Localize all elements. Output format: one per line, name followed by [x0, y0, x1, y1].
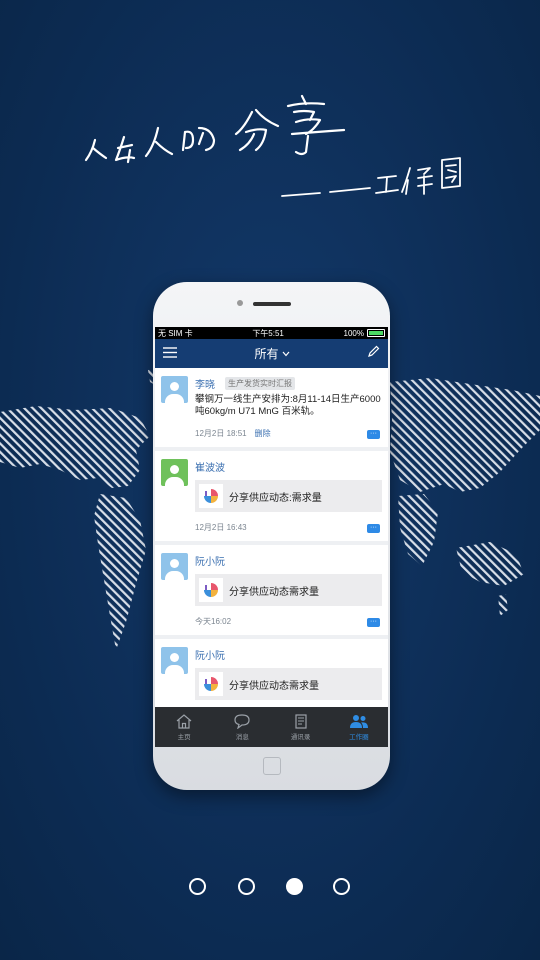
tab-bar: 主页 消息 通讯录 工作圈: [155, 707, 388, 747]
people-icon: [349, 714, 368, 728]
splash-background: 无 SIM 卡 下午5:51 100% 所有 李晓 生产发货实时汇报 攀钢万一线…: [0, 0, 540, 960]
avatar[interactable]: [161, 459, 188, 486]
carrier-label: 无 SIM 卡: [158, 328, 193, 338]
post-time: 12月2日 18:51: [195, 429, 247, 438]
post-time: 12月2日 16:43: [195, 523, 247, 532]
pencil-icon[interactable]: [367, 345, 380, 363]
feed-filter-label: 所有: [254, 347, 279, 361]
post-tag[interactable]: 生产发货实时汇报: [225, 377, 295, 390]
page-dot-2[interactable]: [238, 878, 255, 895]
tab-contacts[interactable]: 通讯录: [272, 707, 330, 747]
status-bar: 无 SIM 卡 下午5:51 100%: [155, 327, 388, 339]
avatar[interactable]: [161, 376, 188, 403]
post-author[interactable]: 李晓: [195, 376, 215, 391]
shared-link-title: 分享供应动态需求量: [229, 586, 319, 598]
tab-label: 主页: [177, 733, 191, 741]
shared-link-card[interactable]: 分享供应动态需求量: [195, 668, 382, 700]
chart-thumbnail-icon: [199, 672, 223, 696]
comment-icon[interactable]: ···: [367, 524, 380, 533]
tab-label: 工作圈: [349, 733, 369, 741]
post-author[interactable]: 阮小阮: [195, 647, 225, 662]
home-icon: [176, 713, 192, 729]
post-author[interactable]: 阮小阮: [195, 553, 225, 568]
status-time: 下午5:51: [252, 328, 284, 338]
shared-link-title: 分享供应动态需求量: [229, 680, 319, 692]
phone-camera: [237, 300, 243, 306]
tab-label: 通讯录: [290, 733, 311, 741]
chart-thumbnail-icon: [199, 578, 223, 602]
slogan-handwriting: [84, 94, 461, 197]
tab-messages[interactable]: 消息: [213, 707, 271, 747]
battery-percent: 100%: [343, 328, 364, 338]
phone-home-button: [263, 757, 281, 775]
comment-icon[interactable]: ···: [367, 618, 380, 627]
avatar[interactable]: [161, 647, 188, 674]
feed-post[interactable]: 崔波波 分享供应动态:需求量 12月2日 16:43 ···: [155, 451, 388, 541]
feed-filter-dropdown[interactable]: 所有: [254, 345, 289, 362]
feed-post[interactable]: 阮小阮 分享供应动态需求量 今天16:02 ···: [155, 545, 388, 635]
avatar[interactable]: [161, 553, 188, 580]
chevron-down-icon: [282, 351, 289, 356]
shared-link-title: 分享供应动态:需求量: [229, 492, 322, 504]
chart-thumbnail-icon: [199, 484, 223, 508]
post-content: 攀钢万一线生产安排为:8月11-14日生产6000吨60kg/m U71 MnG…: [195, 394, 381, 417]
page-dot-1[interactable]: [189, 878, 206, 895]
shared-link-card[interactable]: 分享供应动态:需求量: [195, 480, 382, 512]
chat-icon: [234, 713, 250, 729]
phone-screen: 无 SIM 卡 下午5:51 100% 所有 李晓 生产发货实时汇报 攀钢万一线…: [155, 327, 388, 747]
feed-post[interactable]: 阮小阮 分享供应动态需求量: [155, 639, 388, 707]
feed-post[interactable]: 李晓 生产发货实时汇报 攀钢万一线生产安排为:8月11-14日生产6000吨60…: [155, 368, 388, 447]
status-right: 100%: [344, 329, 385, 338]
feed-list: 李晓 生产发货实时汇报 攀钢万一线生产安排为:8月11-14日生产6000吨60…: [155, 368, 388, 707]
menu-icon[interactable]: [163, 345, 177, 363]
tab-label: 消息: [235, 733, 249, 741]
page-dot-3[interactable]: [286, 878, 303, 895]
tab-home[interactable]: 主页: [155, 707, 213, 747]
page-dot-4[interactable]: [333, 878, 350, 895]
comment-icon[interactable]: ···: [367, 430, 380, 439]
battery-icon: [367, 329, 385, 337]
page-indicator: [0, 878, 540, 900]
delete-link[interactable]: 删除: [255, 428, 271, 439]
contacts-icon: [295, 713, 307, 729]
phone-mockup: 无 SIM 卡 下午5:51 100% 所有 李晓 生产发货实时汇报 攀钢万一线…: [153, 282, 390, 790]
nav-bar: 所有: [155, 339, 388, 368]
shared-link-card[interactable]: 分享供应动态需求量: [195, 574, 382, 606]
post-author[interactable]: 崔波波: [195, 459, 225, 474]
phone-speaker: [253, 302, 291, 306]
post-time: 今天16:02: [195, 617, 232, 626]
tab-work-circle[interactable]: 工作圈: [330, 707, 388, 747]
